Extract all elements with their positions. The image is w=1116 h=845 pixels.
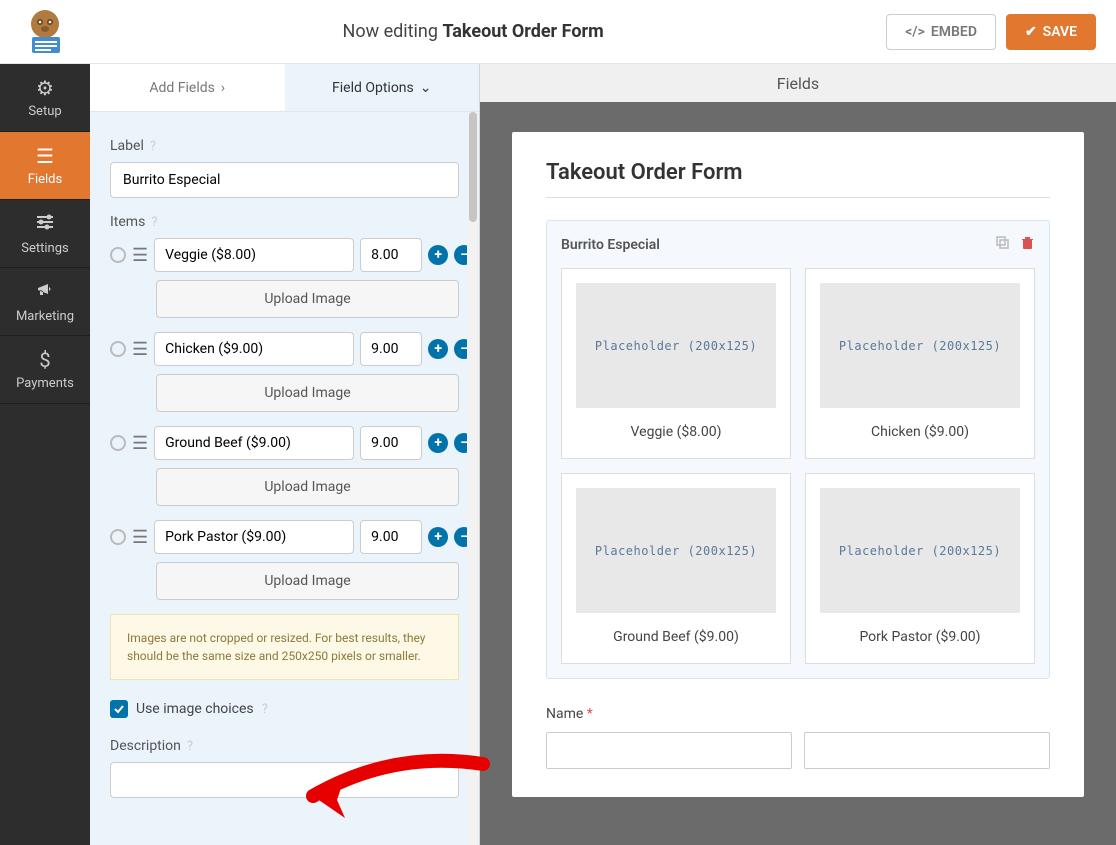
choice-label: Chicken ($9.00) [871, 424, 969, 444]
dollar-icon: $ [39, 348, 50, 372]
panel-scrollbar[interactable] [467, 112, 479, 845]
drag-handle-icon[interactable]: ☰ [132, 527, 148, 548]
item-name-input[interactable] [154, 332, 354, 366]
trash-icon[interactable] [1020, 235, 1035, 254]
item-default-radio[interactable] [110, 341, 126, 357]
code-icon: </> [905, 24, 925, 40]
last-name-input[interactable] [804, 732, 1050, 769]
items-heading: Items? [110, 214, 459, 230]
name-field-label: Name * [546, 706, 593, 722]
help-icon[interactable]: ? [262, 702, 268, 717]
duplicate-icon[interactable] [995, 235, 1010, 254]
tab-add-fields[interactable]: Add Fields› [90, 64, 285, 111]
gear-icon: ⚙ [36, 76, 54, 100]
add-item-button[interactable]: + [428, 527, 448, 547]
label-heading: Label? [110, 138, 459, 154]
image-choice[interactable]: Placeholder (200x125) Veggie ($8.00) [561, 268, 791, 459]
tab-field-options[interactable]: Field Options⌄ [285, 64, 480, 111]
description-input[interactable] [110, 762, 459, 798]
image-choice[interactable]: Placeholder (200x125) Ground Beef ($9.00… [561, 473, 791, 664]
item-default-radio[interactable] [110, 529, 126, 545]
image-placeholder: Placeholder (200x125) [576, 488, 776, 613]
chevron-right-icon: › [221, 80, 225, 96]
item-price-input[interactable] [360, 426, 422, 460]
nav-marketing[interactable]: Marketing [0, 268, 90, 336]
nav-setup[interactable]: ⚙Setup [0, 64, 90, 132]
add-item-button[interactable]: + [428, 245, 448, 265]
help-icon[interactable]: ? [187, 739, 193, 754]
use-image-choices-label: Use image choices [136, 701, 254, 717]
wpforms-logo [20, 7, 70, 57]
help-icon[interactable]: ? [150, 139, 156, 154]
choice-label: Ground Beef ($9.00) [613, 629, 739, 649]
image-placeholder: Placeholder (200x125) [576, 283, 776, 408]
image-size-notice: Images are not cropped or resized. For b… [110, 614, 459, 680]
field-name: Burrito Especial [561, 237, 660, 253]
first-name-input[interactable] [546, 732, 792, 769]
preview-header: Fields [480, 64, 1116, 102]
label-input[interactable] [110, 162, 459, 198]
use-image-choices-checkbox[interactable] [110, 700, 128, 718]
form-title: Takeout Order Form [546, 160, 1050, 185]
add-item-button[interactable]: + [428, 433, 448, 453]
add-item-button[interactable]: + [428, 339, 448, 359]
item-default-radio[interactable] [110, 435, 126, 451]
image-choice[interactable]: Placeholder (200x125) Pork Pastor ($9.00… [805, 473, 1035, 664]
page-title: Now editing Takeout Order Form [70, 21, 876, 42]
image-placeholder: Placeholder (200x125) [820, 283, 1020, 408]
item-name-input[interactable] [154, 426, 354, 460]
item-price-input[interactable] [360, 520, 422, 554]
choice-label: Veggie ($8.00) [631, 424, 722, 444]
field-preview[interactable]: Burrito Especial Placeholder (200x125) V… [546, 220, 1050, 679]
item-price-input[interactable] [360, 332, 422, 366]
upload-image-button[interactable]: Upload Image [156, 562, 459, 600]
bullhorn-icon [35, 280, 55, 305]
drag-handle-icon[interactable]: ☰ [132, 339, 148, 360]
upload-image-button[interactable]: Upload Image [156, 374, 459, 412]
nav-fields[interactable]: ☰Fields [0, 132, 90, 200]
check-icon: ✔ [1025, 24, 1037, 40]
image-placeholder: Placeholder (200x125) [820, 488, 1020, 613]
description-heading: Description? [110, 738, 459, 754]
nav-settings[interactable]: Settings [0, 200, 90, 268]
item-name-input[interactable] [154, 238, 354, 272]
item-default-radio[interactable] [110, 247, 126, 263]
choice-label: Pork Pastor ($9.00) [859, 629, 980, 649]
help-icon[interactable]: ? [151, 215, 157, 230]
item-name-input[interactable] [154, 520, 354, 554]
upload-image-button[interactable]: Upload Image [156, 280, 459, 318]
image-choice[interactable]: Placeholder (200x125) Chicken ($9.00) [805, 268, 1035, 459]
upload-image-button[interactable]: Upload Image [156, 468, 459, 506]
drag-handle-icon[interactable]: ☰ [132, 433, 148, 454]
item-price-input[interactable] [360, 238, 422, 272]
embed-button[interactable]: </>EMBED [886, 14, 996, 50]
sliders-icon [35, 212, 55, 237]
chevron-down-icon: ⌄ [420, 80, 432, 96]
nav-payments[interactable]: $Payments [0, 336, 90, 404]
save-button[interactable]: ✔SAVE [1006, 14, 1096, 50]
drag-handle-icon[interactable]: ☰ [132, 245, 148, 266]
list-icon: ☰ [36, 144, 54, 168]
